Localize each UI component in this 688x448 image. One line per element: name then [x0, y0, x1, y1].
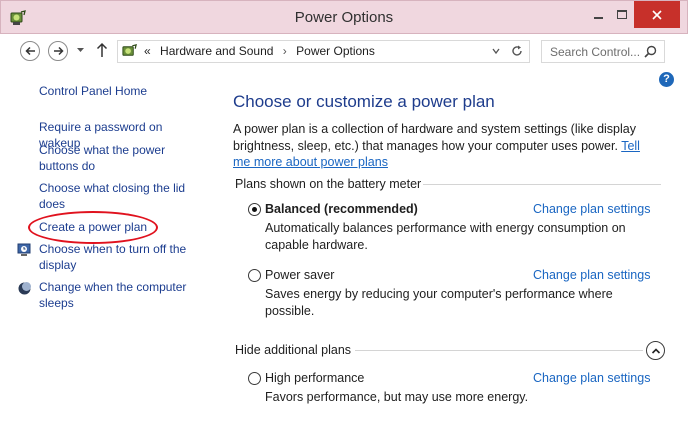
sidebar-item-power-buttons[interactable]: Choose what the power buttons do [39, 143, 179, 174]
arrow-left-icon [24, 46, 35, 56]
maximize-icon [617, 10, 627, 19]
annotation-ellipse [28, 211, 158, 244]
arrow-right-icon [53, 46, 64, 56]
navigation-bar: « Hardware and Sound › Power Options Sea… [0, 34, 688, 68]
sidebar-item-computer-sleeps[interactable]: Change when the computer sleeps [39, 280, 199, 311]
sidebar: Control Panel Home Require a password on… [0, 68, 215, 448]
breadcrumb-overflow[interactable]: « [144, 44, 151, 58]
change-plan-settings-high-performance[interactable]: Change plan settings [533, 371, 650, 385]
description-body: A power plan is a collection of hardware… [233, 122, 636, 153]
search-placeholder: Search Control... [550, 45, 641, 59]
sidebar-item-closing-lid[interactable]: Choose what closing the lid does [39, 181, 194, 212]
minimize-button[interactable] [586, 1, 610, 28]
page-title: Choose or customize a power plan [233, 92, 495, 111]
plan-desc-power-saver: Saves energy by reducing your computer's… [265, 287, 613, 318]
divider [355, 350, 643, 351]
chevron-down-icon[interactable] [491, 45, 501, 57]
radio-balanced[interactable] [248, 203, 261, 216]
up-arrow-icon[interactable] [96, 42, 108, 58]
change-plan-settings-power-saver[interactable]: Change plan settings [533, 268, 650, 282]
title-bar: Power Options [0, 0, 688, 34]
recent-pages-dropdown[interactable] [76, 46, 85, 55]
plan-name-power-saver[interactable]: Power saver [265, 268, 334, 282]
window-title: Power Options [294, 9, 394, 26]
breadcrumb-separator[interactable]: › [283, 44, 287, 58]
minimize-icon [593, 16, 603, 19]
divider [423, 184, 661, 185]
breadcrumb-hardware-and-sound[interactable]: Hardware and Sound [160, 44, 273, 58]
help-icon[interactable]: ? [659, 72, 674, 87]
description-text: A power plan is a collection of hardware… [233, 121, 645, 171]
back-button[interactable] [20, 41, 40, 61]
address-bar[interactable]: « Hardware and Sound › Power Options [117, 40, 530, 63]
close-icon [652, 9, 662, 20]
close-button[interactable] [634, 1, 680, 28]
plan-name-high-performance[interactable]: High performance [265, 371, 364, 385]
plan-desc-balanced: Automatically balances performance with … [265, 221, 626, 252]
forward-button[interactable] [48, 41, 68, 61]
additional-plans-header[interactable]: Hide additional plans [235, 343, 351, 357]
change-plan-settings-balanced[interactable]: Change plan settings [533, 202, 650, 216]
sidebar-item-turn-off-display[interactable]: Choose when to turn off the display [39, 242, 199, 273]
plan-desc-high-performance: Favors performance, but may use more ene… [265, 390, 529, 404]
breadcrumb: « Hardware and Sound › Power Options [144, 44, 381, 58]
collapse-plans-button[interactable] [646, 341, 665, 360]
chevron-up-icon [651, 347, 660, 354]
sidebar-item-control-panel-home[interactable]: Control Panel Home [39, 84, 204, 100]
plan-name-balanced[interactable]: Balanced (recommended) [265, 202, 418, 216]
clock-icon [17, 243, 31, 256]
maximize-button[interactable] [610, 1, 634, 28]
radio-power-saver[interactable] [248, 269, 261, 282]
search-input[interactable]: Search Control... [541, 40, 665, 63]
breadcrumb-power-options[interactable]: Power Options [296, 44, 375, 58]
search-icon[interactable] [644, 45, 657, 58]
refresh-icon[interactable] [510, 44, 524, 58]
power-options-icon [122, 44, 137, 56]
radio-high-performance[interactable] [248, 372, 261, 385]
battery-plans-header: Plans shown on the battery meter [235, 177, 422, 191]
moon-icon [18, 282, 31, 295]
